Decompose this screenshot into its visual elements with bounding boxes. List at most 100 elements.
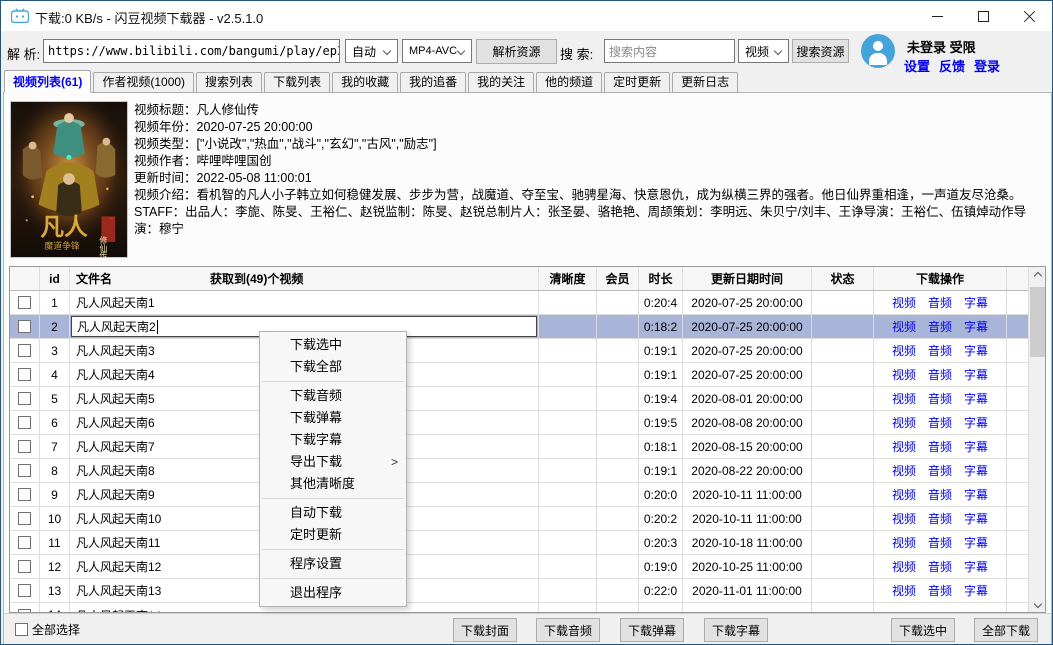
- header-actions[interactable]: 下载操作: [874, 267, 1007, 290]
- maximize-button[interactable]: [960, 1, 1006, 31]
- title-bar[interactable]: 下载:0 KB/s - 闪豆视频下载器 - v2.5.1.0: [1, 1, 1052, 31]
- tab-下载列表[interactable]: 下载列表: [264, 72, 330, 93]
- row-checkbox[interactable]: [18, 320, 31, 333]
- download-音频-link[interactable]: 音频: [928, 534, 952, 551]
- tab-定时更新[interactable]: 定时更新: [604, 72, 670, 93]
- download-视频-link[interactable]: 视频: [892, 438, 916, 455]
- tab-作者视频(1000)[interactable]: 作者视频(1000): [93, 72, 194, 93]
- download-音频-link[interactable]: 音频: [928, 294, 952, 311]
- row-checkbox[interactable]: [18, 512, 31, 525]
- table-row[interactable]: 11凡人风起天南110:20:32020-10-18 11:00:00视频音频字…: [10, 531, 1045, 555]
- download-字幕-link[interactable]: 字幕: [964, 342, 988, 359]
- 下载选中-button[interactable]: 下载选中: [891, 618, 955, 642]
- download-字幕-link[interactable]: 字幕: [964, 366, 988, 383]
- header-datetime[interactable]: 更新日期时间: [683, 267, 812, 290]
- 下载字幕-button[interactable]: 下载字幕: [704, 618, 768, 642]
- parse-resource-button[interactable]: 解析资源: [476, 39, 557, 64]
- table-row[interactable]: 5凡人风起天南50:19:42020-08-01 20:00:00视频音频字幕: [10, 387, 1045, 411]
- download-视频-link[interactable]: 视频: [892, 558, 916, 575]
- download-字幕-link[interactable]: 字幕: [964, 558, 988, 575]
- select-all[interactable]: 全部选择: [15, 621, 80, 638]
- download-视频-link[interactable]: 视频: [892, 534, 916, 551]
- download-音频-link[interactable]: 音频: [928, 390, 952, 407]
- search-input[interactable]: 搜索内容: [604, 39, 735, 63]
- table-row[interactable]: 10凡人风起天南100:20:22020-10-11 11:00:00视频音频字…: [10, 507, 1045, 531]
- table-row[interactable]: 2凡人风起天南20:18:22020-07-25 20:00:00视频音频字幕: [10, 315, 1045, 339]
- avatar[interactable]: [861, 34, 895, 68]
- scrollbar-thumb[interactable]: [1030, 287, 1045, 357]
- download-音频-link[interactable]: 音频: [928, 414, 952, 431]
- parse-url-input[interactable]: https://www.bilibili.com/bangumi/play/ep…: [43, 39, 340, 63]
- download-音频-link[interactable]: 音频: [928, 558, 952, 575]
- table-row[interactable]: 7凡人风起天南70:18:12020-08-15 20:00:00视频音频字幕: [10, 435, 1045, 459]
- menu-item-下载字幕[interactable]: 下载字幕: [260, 429, 406, 451]
- 下载弹幕-button[interactable]: 下载弹幕: [620, 618, 684, 642]
- table-scrollbar[interactable]: [1028, 267, 1045, 612]
- tab-视频列表(61)[interactable]: 视频列表(61): [4, 70, 91, 93]
- row-checkbox[interactable]: [18, 392, 31, 405]
- download-视频-link[interactable]: 视频: [892, 342, 916, 359]
- download-字幕-link[interactable]: 字幕: [964, 318, 988, 335]
- 下载音频-button[interactable]: 下载音频: [536, 618, 600, 642]
- table-row[interactable]: 14凡人风起天南14: [10, 603, 1045, 613]
- scroll-down-icon[interactable]: [1029, 595, 1046, 612]
- download-音频-link[interactable]: 音频: [928, 582, 952, 599]
- download-音频-link[interactable]: 音频: [928, 342, 952, 359]
- table-row[interactable]: 3凡人风起天南30:19:12020-07-25 20:00:00视频音频字幕: [10, 339, 1045, 363]
- download-视频-link[interactable]: 视频: [892, 582, 916, 599]
- table-row[interactable]: 4凡人风起天南40:19:12020-07-25 20:00:00视频音频字幕: [10, 363, 1045, 387]
- table-row[interactable]: 9凡人风起天南90:20:02020-10-11 11:00:00视频音频字幕: [10, 483, 1045, 507]
- search-type-select[interactable]: 视频: [738, 39, 789, 63]
- download-音频-link[interactable]: 音频: [928, 486, 952, 503]
- download-音频-link[interactable]: 音频: [928, 510, 952, 527]
- download-字幕-link[interactable]: 字幕: [964, 510, 988, 527]
- download-视频-link[interactable]: 视频: [892, 390, 916, 407]
- table-row[interactable]: 13凡人风起天南130:22:02020-11-01 11:00:00视频音频字…: [10, 579, 1045, 603]
- table-row[interactable]: 1凡人风起天南10:20:42020-07-25 20:00:00视频音频字幕: [10, 291, 1045, 315]
- link-设置[interactable]: 设置: [904, 59, 930, 74]
- menu-item-下载全部[interactable]: 下载全部: [260, 356, 406, 378]
- menu-item-自动下载[interactable]: 自动下载: [260, 502, 406, 524]
- table-row[interactable]: 8凡人风起天南80:19:12020-08-22 20:00:00视频音频字幕: [10, 459, 1045, 483]
- link-登录[interactable]: 登录: [974, 59, 1000, 74]
- header-status[interactable]: 状态: [812, 267, 874, 290]
- minimize-button[interactable]: [914, 1, 960, 31]
- tab-搜索列表[interactable]: 搜索列表: [196, 72, 262, 93]
- row-checkbox[interactable]: [18, 368, 31, 381]
- header-duration[interactable]: 时长: [639, 267, 683, 290]
- row-filename[interactable]: 凡人风起天南1: [70, 291, 539, 314]
- menu-item-退出程序[interactable]: 退出程序: [260, 582, 406, 604]
- header-quality[interactable]: 清晰度: [539, 267, 597, 290]
- quality-select[interactable]: 自动: [345, 39, 398, 63]
- select-all-checkbox[interactable]: [15, 623, 28, 636]
- download-视频-link[interactable]: 视频: [892, 318, 916, 335]
- tab-他的频道[interactable]: 他的频道: [536, 72, 602, 93]
- menu-item-定时更新[interactable]: 定时更新: [260, 524, 406, 546]
- table-row[interactable]: 12凡人风起天南120:19:02020-10-25 11:00:00视频音频字…: [10, 555, 1045, 579]
- download-字幕-link[interactable]: 字幕: [964, 486, 988, 503]
- download-字幕-link[interactable]: 字幕: [964, 438, 988, 455]
- scroll-up-icon[interactable]: [1029, 267, 1046, 284]
- download-字幕-link[interactable]: 字幕: [964, 294, 988, 311]
- 全部下载-button[interactable]: 全部下载: [974, 618, 1038, 642]
- menu-item-下载弹幕[interactable]: 下载弹幕: [260, 407, 406, 429]
- header-id[interactable]: id: [40, 267, 70, 290]
- download-视频-link[interactable]: 视频: [892, 462, 916, 479]
- download-视频-link[interactable]: 视频: [892, 486, 916, 503]
- 下载封面-button[interactable]: 下载封面: [453, 618, 517, 642]
- menu-item-导出下载[interactable]: 导出下载>: [260, 451, 406, 473]
- table-row[interactable]: 6凡人风起天南60:19:52020-08-08 20:00:00视频音频字幕: [10, 411, 1045, 435]
- row-checkbox[interactable]: [18, 416, 31, 429]
- download-字幕-link[interactable]: 字幕: [964, 414, 988, 431]
- tab-我的关注[interactable]: 我的关注: [468, 72, 534, 93]
- row-checkbox[interactable]: [18, 584, 31, 597]
- menu-item-其他清晰度[interactable]: 其他清晰度: [260, 473, 406, 495]
- search-resource-button[interactable]: 搜索资源: [792, 39, 849, 63]
- download-视频-link[interactable]: 视频: [892, 510, 916, 527]
- download-字幕-link[interactable]: 字幕: [964, 390, 988, 407]
- row-checkbox[interactable]: [18, 560, 31, 573]
- menu-item-程序设置[interactable]: 程序设置: [260, 553, 406, 575]
- row-checkbox[interactable]: [18, 440, 31, 453]
- download-视频-link[interactable]: 视频: [892, 294, 916, 311]
- row-checkbox[interactable]: [18, 464, 31, 477]
